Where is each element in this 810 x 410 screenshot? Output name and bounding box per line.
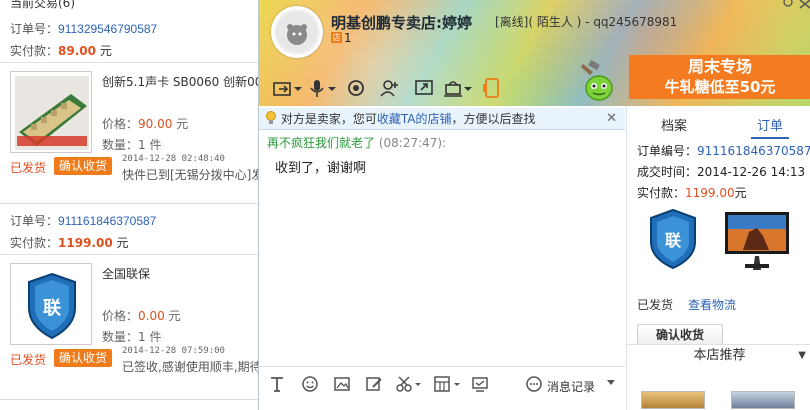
tab-profile[interactable]: 档案 <box>661 115 687 134</box>
image-icon[interactable] <box>333 375 351 395</box>
contact-status: [离线]( 陌生人 ) - qq245678981 <box>495 15 678 29</box>
order-status: 已发货 <box>637 298 674 312</box>
message-time: (08:27:47): <box>378 136 447 150</box>
info-tabs: 档案 订单 <box>627 106 810 140</box>
monitor-product-image[interactable] <box>723 206 791 270</box>
confirm-receipt-button[interactable]: 确认收货 <box>637 324 723 346</box>
contact-avatar[interactable] <box>271 6 323 58</box>
calculator-icon[interactable] <box>433 375 463 395</box>
order-card: 订单号：911329546790587 实付款：89.00 元 创新5.1声卡 … <box>0 18 258 204</box>
product-row: 联 全国联保 价格：0.00 元 数量：1 件 已发货 确认收货 2014-12… <box>0 255 258 374</box>
paid-row: 实付款：1199.00 元 <box>10 236 129 250</box>
logistics-time: 2014-12-28 07:59:00 <box>122 346 225 356</box>
product-qty: 数量：1 件 <box>102 138 162 152</box>
shield-product-image[interactable]: 联 <box>639 206 707 270</box>
order-number[interactable]: 911161846370587 <box>58 214 156 228</box>
seller-notice: 对方是卖家，您可收藏TA的店铺，方便以后查找 ✕ <box>259 108 625 130</box>
order-number[interactable]: 911161846370587 <box>697 144 810 158</box>
product-qty: 数量：1 件 <box>102 330 162 344</box>
mascot-icon <box>581 60 613 101</box>
shield-logo-text: 联 <box>43 298 61 319</box>
order-number-row: 订单号：911329546790587 <box>10 22 158 36</box>
message-text: 收到了，谢谢啊 <box>275 161 367 176</box>
recommend-item-image[interactable] <box>641 391 705 409</box>
deal-time-row: 成交时间：2014-12-26 14:13 <box>637 165 806 179</box>
close-notice-icon[interactable]: ✕ <box>606 108 617 129</box>
product-row: 创新5.1声卡 SB0060 创新00 价格：90.00 元 数量：1 件 已发… <box>0 63 258 182</box>
paid-row: 实付款：89.00 元 <box>10 44 112 58</box>
remote-assist-icon[interactable] <box>441 77 475 99</box>
chevron-down-icon[interactable]: ▼ <box>798 345 806 367</box>
shield-logo-text: 联 <box>665 231 681 250</box>
chat-header: 明基创鹏专卖店:婷婷 [离线]( 陌生人 ) - qq245678981 店 1… <box>259 0 810 106</box>
product-thumbnail[interactable]: 联 <box>10 263 92 345</box>
voice-icon[interactable] <box>305 77 339 99</box>
confirm-receipt-button[interactable]: 确认收货 <box>54 157 113 175</box>
product-thumbnail[interactable] <box>10 71 92 153</box>
chevron-down-icon[interactable] <box>607 380 615 400</box>
logistics-time: 2014-12-28 02:48:40 <box>122 154 225 164</box>
emoji-icon[interactable] <box>301 375 319 395</box>
share-screen-icon[interactable] <box>407 77 441 99</box>
shop-icon: 店 <box>331 32 342 43</box>
active-tab-indicator <box>751 137 789 139</box>
shop-name[interactable]: 明基创鹏专卖店:婷婷 <box>331 12 472 33</box>
shop-recommend-bar[interactable]: 本店推荐 ▼ <box>627 344 810 368</box>
order-status: 已发货 <box>10 161 47 175</box>
add-contact-icon[interactable] <box>373 77 407 99</box>
shop-level: 1 <box>344 31 352 45</box>
screen: { "left_panel": { "section_title": "当前交易… <box>0 0 810 410</box>
view-logistics-link[interactable]: 查看物流 <box>688 296 736 313</box>
product-price: 价格：90.00 元 <box>102 117 189 131</box>
promo-banner[interactable]: 周末专场 牛轧糖低至50元 <box>629 55 810 99</box>
paid-amount: 1199.00 <box>58 236 113 250</box>
chat-toolbar <box>271 76 509 100</box>
section-title: 当前交易(6) <box>0 0 258 10</box>
chat-window: 明基创鹏专卖店:婷婷 [离线]( 陌生人 ) - qq245678981 店 1… <box>258 0 810 410</box>
product-name[interactable]: 全国联保 <box>102 265 258 282</box>
settings-icon[interactable] <box>781 0 795 10</box>
confirm-receipt-button[interactable]: 确认收货 <box>54 349 113 367</box>
edit-icon[interactable] <box>365 375 383 395</box>
close-window-icon[interactable] <box>799 0 810 10</box>
input-toolbar: 消息记录 <box>259 366 625 404</box>
order-status: 已发货 <box>10 353 47 367</box>
product-price: 价格：0.00 元 <box>102 309 181 323</box>
logistics-message: 快件已到[无锡分拨中心]发 <box>122 168 258 182</box>
order-number-row: 订单号：911161846370587 <box>10 214 157 228</box>
lightbulb-icon <box>266 111 276 124</box>
order-number-row: 订单编号：911161846370587 <box>637 144 810 158</box>
message-area: 再不疯狂我们就老了 (08:27:47): 收到了，谢谢啊 <box>259 130 625 366</box>
message-sender: 再不疯狂我们就老了 (08:27:47): <box>267 136 447 150</box>
paid-row: 实付款：1199.00元 <box>637 186 747 200</box>
screenshot-scissors-icon[interactable] <box>395 375 423 395</box>
history-button[interactable]: 消息记录 <box>547 376 595 396</box>
recommend-item-image[interactable] <box>731 391 795 409</box>
paid-amount: 89.00 <box>58 44 96 58</box>
favorite-shop-link[interactable]: 收藏TA的店铺 <box>377 112 452 126</box>
font-icon[interactable] <box>269 375 285 395</box>
order-card: 订单号：911161846370587 实付款：1199.00 元 联 全国联保… <box>0 210 258 400</box>
transfer-file-icon[interactable] <box>271 77 305 99</box>
history-icon[interactable] <box>525 375 543 395</box>
phone-icon[interactable] <box>475 77 509 99</box>
order-info-panel: 档案 订单 订单编号：911161846370587 成交时间：2014-12-… <box>626 106 810 410</box>
product-name[interactable]: 创新5.1声卡 SB0060 创新00 <box>102 73 258 90</box>
video-icon[interactable] <box>339 77 373 99</box>
order-number[interactable]: 911329546790587 <box>58 22 157 36</box>
tab-order[interactable]: 订单 <box>757 115 783 134</box>
logistics-message: 已签收,感谢使用顺丰,期待 <box>122 360 258 374</box>
monitor-icon[interactable] <box>471 375 489 395</box>
trade-list-panel: 当前交易(6) 订单号：911329546790587 实付款：89.00 元 … <box>0 0 258 410</box>
